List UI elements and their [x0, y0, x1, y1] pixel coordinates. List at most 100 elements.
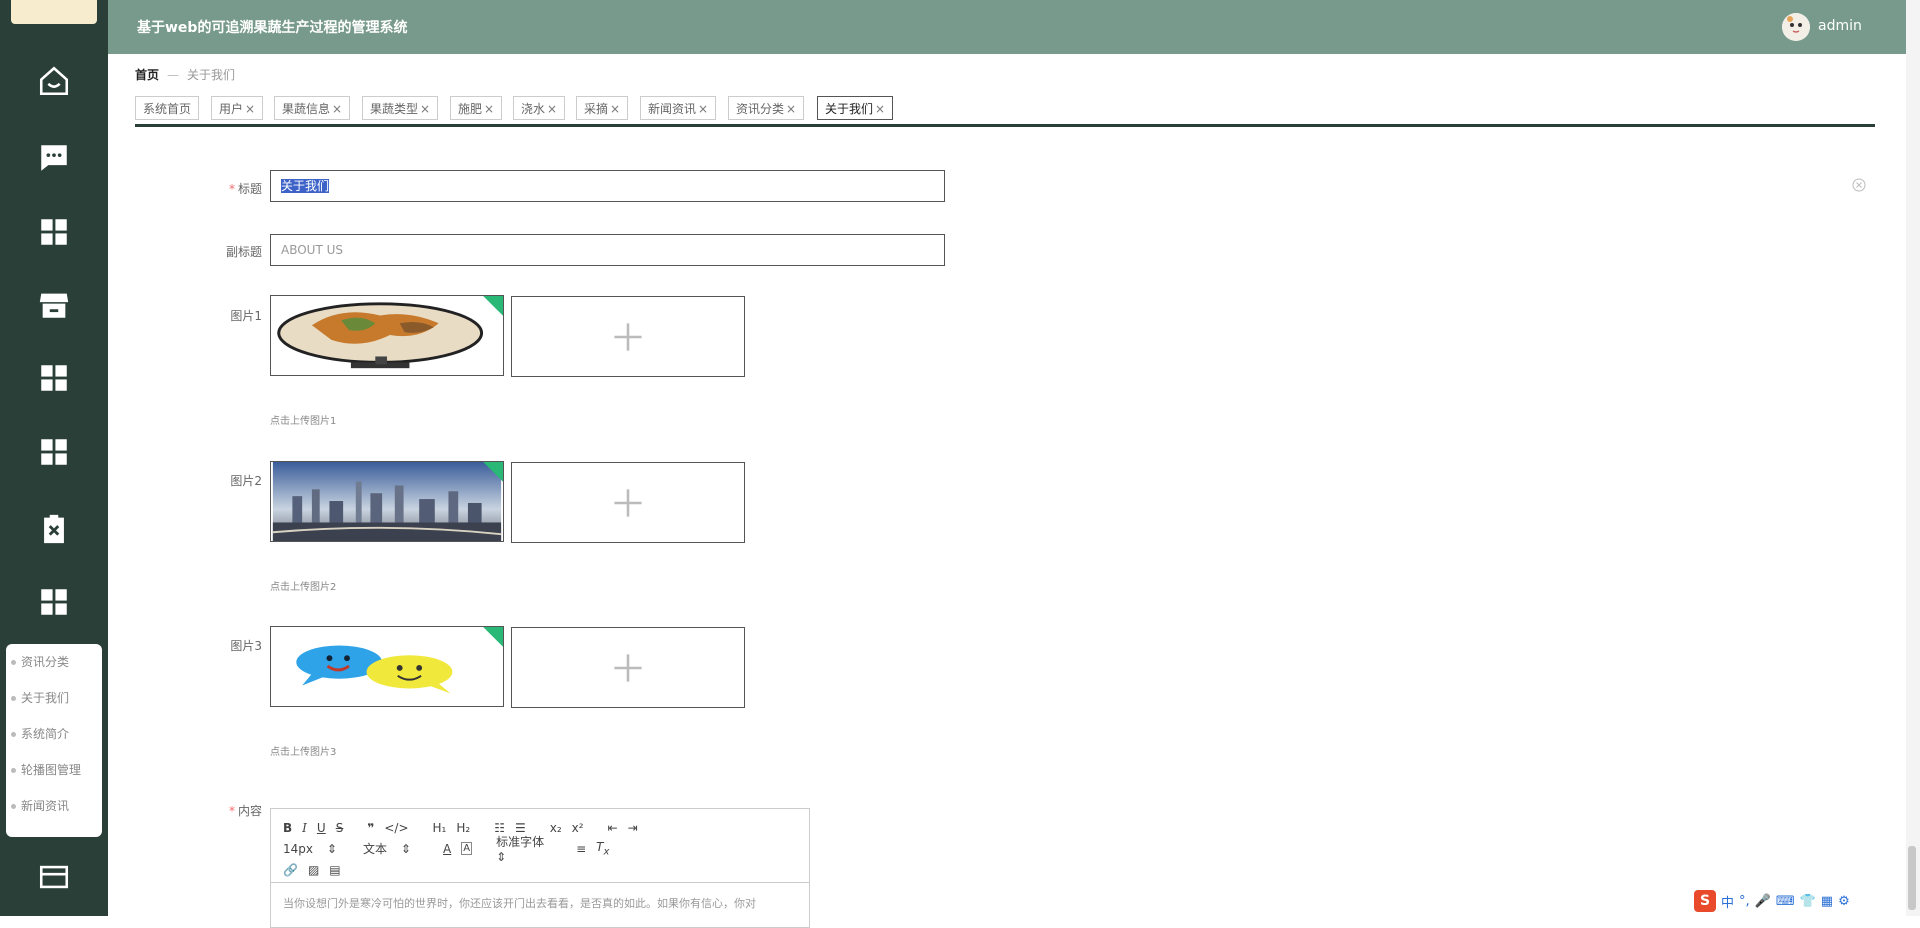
tab-news-category[interactable]: 资讯分类 × [728, 96, 805, 120]
breadcrumb-home[interactable]: 首页 [135, 68, 159, 82]
clear-format-icon[interactable]: Tx [596, 840, 609, 857]
rich-text-editor[interactable]: B I U S ❞ </> H₁ H₂ ☷ ☰ x₂ x² ⇤ ⇥ 14px ⇕… [270, 808, 810, 928]
tab-label: 用户 [219, 102, 244, 116]
scrollbar-thumb[interactable] [1908, 846, 1916, 910]
tab-label: 新闻资讯 [648, 102, 697, 116]
message-icon[interactable] [34, 138, 74, 178]
grid-icon[interactable] [34, 358, 74, 398]
pic1-thumbnail[interactable] [270, 295, 504, 376]
submenu-item-system-intro[interactable]: 系统简介 [6, 716, 102, 752]
clear-icon[interactable] [1852, 178, 1866, 192]
font-color-icon[interactable]: A [443, 842, 451, 856]
pic2-upload-button[interactable] [511, 462, 745, 543]
superscript-icon[interactable]: x² [572, 821, 584, 835]
close-icon[interactable]: × [245, 102, 255, 116]
tab-label: 关于我们 [825, 102, 874, 116]
submenu-item-news-category[interactable]: 资讯分类 [6, 644, 102, 680]
link-icon[interactable]: 🔗 [283, 863, 298, 877]
outdent-icon[interactable]: ⇤ [608, 821, 618, 835]
content-label-text: 内容 [237, 804, 262, 818]
close-icon[interactable]: × [698, 102, 708, 116]
grid-icon[interactable] [34, 582, 74, 622]
subtitle-input[interactable]: ABOUT US [270, 234, 945, 266]
strike-icon[interactable]: S [336, 821, 344, 835]
tab-produce-info[interactable]: 果蔬信息 × [274, 96, 351, 120]
tab-label: 浇水 [521, 102, 546, 116]
plus-icon [614, 322, 642, 351]
code-icon[interactable]: </> [384, 821, 408, 835]
font-size-select[interactable]: 14px ⇕ [283, 842, 353, 856]
tab-label: 资讯分类 [736, 102, 785, 116]
close-icon[interactable]: × [547, 102, 557, 116]
submenu-item-about-us[interactable]: 关于我们 [6, 680, 102, 716]
title-label: * 标题 [172, 180, 262, 197]
editor-toolbar: B I U S ❞ </> H₁ H₂ ☷ ☰ x₂ x² ⇤ ⇥ 14px ⇕… [271, 809, 809, 883]
tab-watering[interactable]: 浇水 × [513, 96, 566, 120]
tab-fertilize[interactable]: 施肥 × [450, 96, 503, 120]
submenu: 资讯分类 关于我们 系统简介 轮播图管理 新闻资讯 [6, 644, 102, 837]
close-icon[interactable]: × [484, 102, 494, 116]
microphone-icon[interactable]: 🎤 [1755, 894, 1771, 909]
background-color-icon[interactable]: A [461, 842, 473, 855]
align-icon[interactable]: ≡ [576, 842, 586, 856]
tab-produce-type[interactable]: 果蔬类型 × [362, 96, 439, 120]
tab-system-home[interactable]: 系统首页 [135, 96, 200, 120]
close-icon[interactable]: × [420, 102, 430, 116]
h1-icon[interactable]: H₁ [433, 821, 447, 835]
close-icon[interactable]: × [786, 102, 796, 116]
tab-about-us[interactable]: 关于我们 × [817, 96, 894, 120]
home-icon[interactable] [34, 61, 74, 101]
submenu-item-carousel[interactable]: 轮播图管理 [6, 752, 102, 788]
blockquote-icon[interactable]: ❞ [367, 821, 374, 835]
submenu-item-news[interactable]: 新闻资讯 [6, 788, 102, 824]
pic1-upload-button[interactable] [511, 296, 745, 377]
pic3-upload-button[interactable] [511, 627, 745, 708]
close-icon[interactable]: × [610, 102, 620, 116]
tab-users[interactable]: 用户 × [211, 96, 264, 120]
sidebar: 资讯分类 关于我们 系统简介 轮播图管理 新闻资讯 [0, 0, 108, 916]
punctuation-icon[interactable]: °, [1739, 894, 1750, 909]
pic3-thumbnail[interactable] [270, 626, 504, 707]
pic2-thumbnail[interactable] [270, 461, 504, 542]
toolbox-icon[interactable]: ▦ [1821, 894, 1833, 909]
pic2-label: 图片2 [230, 474, 262, 488]
font-family-select[interactable]: 标准字体 ⇕ [496, 833, 566, 864]
indent-icon[interactable]: ⇥ [628, 821, 638, 835]
video-icon[interactable]: ▤ [329, 863, 340, 877]
image-icon[interactable]: ▨ [308, 863, 319, 877]
skin-icon[interactable]: 👕 [1800, 894, 1816, 909]
scrollbar[interactable] [1906, 0, 1920, 916]
clipboard-x-icon[interactable] [34, 509, 74, 549]
logo [11, 0, 97, 24]
italic-icon[interactable]: I [302, 821, 307, 835]
grid-icon[interactable] [34, 432, 74, 472]
required-mark: * [228, 182, 235, 196]
keyboard-icon[interactable]: ⌨ [1776, 894, 1795, 909]
tab-label: 采摘 [584, 102, 609, 116]
tab-picking[interactable]: 采摘 × [576, 96, 629, 120]
ime-language[interactable]: 中 [1721, 892, 1734, 911]
chat-bubbles-image [272, 627, 502, 706]
format-select[interactable]: 文本 ⇕ [363, 840, 433, 857]
wallet-icon[interactable] [34, 857, 74, 897]
bold-icon[interactable]: B [283, 821, 292, 835]
pic1-label: 图片1 [230, 309, 262, 323]
pic3-tip: 点击上传图片3 [270, 747, 337, 758]
grid-icon[interactable] [34, 212, 74, 252]
username[interactable]: admin [1818, 18, 1862, 34]
underline-icon[interactable]: U [317, 821, 326, 835]
pic2-tip: 点击上传图片2 [270, 582, 337, 593]
close-icon[interactable]: × [332, 102, 342, 116]
close-icon[interactable]: × [875, 102, 885, 116]
editor-content[interactable]: 当你设想门外是寒冷可怕的世界时，你还应该开门出去看看，是否真的如此。如果你有信心… [271, 883, 809, 923]
font-size-value: 14px [283, 841, 313, 856]
avatar[interactable] [1782, 13, 1810, 41]
settings-icon[interactable]: ⚙ [1838, 894, 1850, 909]
h2-icon[interactable]: H₂ [456, 821, 470, 835]
store-icon[interactable] [34, 285, 74, 325]
title-input[interactable]: 关于我们 [270, 170, 945, 202]
city-skyline-image [272, 462, 502, 541]
subtitle-label: 副标题 [225, 245, 262, 259]
tab-news[interactable]: 新闻资讯 × [640, 96, 717, 120]
sogou-icon[interactable]: S [1694, 890, 1716, 912]
